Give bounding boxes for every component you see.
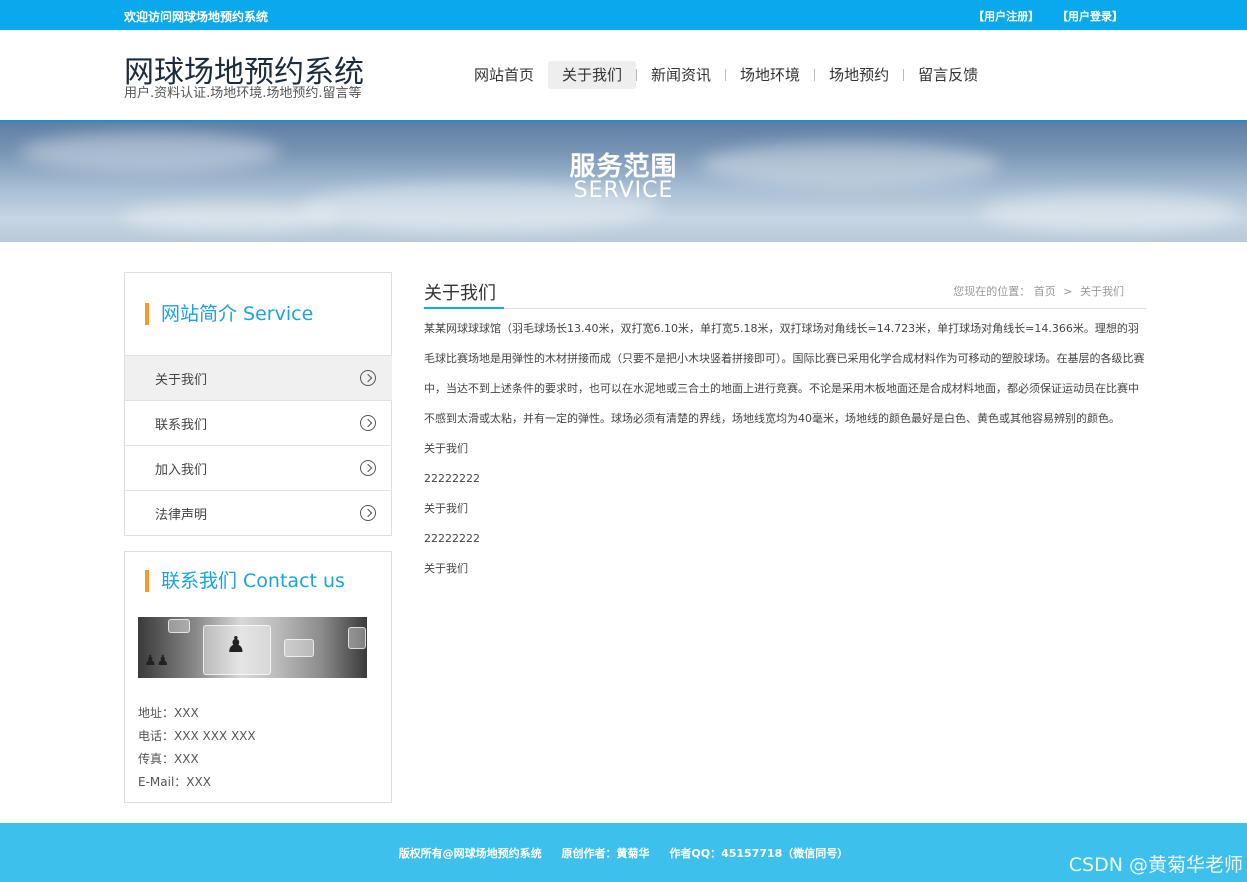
sidebar-item-label: 联系我们 (155, 417, 208, 433)
csdn-watermark: CSDN @黄菊华老师 (1068, 854, 1243, 876)
contact-fax: 传真：XXX (138, 752, 199, 766)
content-line: 关于我们 (424, 442, 468, 455)
user-add-icon: ♟ (226, 633, 246, 658)
page-title: 关于我们 (424, 283, 496, 304)
cloud-decoration (120, 202, 340, 232)
register-link[interactable]: 【用户注册】 (973, 10, 1039, 23)
nav-item-booking[interactable]: 场地预约 (815, 61, 903, 89)
title-accent-bar (424, 307, 504, 309)
top-bar: 欢迎访问网球场地预约系统 【用户注册】 【用户登录】 (0, 0, 1247, 30)
breadcrumb-current: 关于我们 (1080, 285, 1124, 298)
sidebar-item-about[interactable]: 关于我们 (125, 355, 392, 400)
site-footer: 版权所有@网球场地预约系统 原创作者：黄菊华 作者QQ：45157718（微信同… (0, 823, 1247, 882)
login-link[interactable]: 【用户登录】 (1057, 10, 1123, 23)
title-divider (424, 308, 1146, 309)
site-subtitle: 用户.资料认证.场地环境.场地预约.留言等 (124, 86, 362, 101)
breadcrumb-home-link[interactable]: 首页 (1034, 285, 1056, 298)
contact-address: 地址：XXX (138, 706, 199, 720)
page-banner: 服务范围 SERVICE (0, 120, 1247, 242)
site-header: 网球场地预约系统 用户.资料认证.场地环境.场地预约.留言等 网站首页 关于我们… (0, 30, 1247, 120)
sidebar-item-label: 法律声明 (155, 507, 208, 523)
contact-image: ♟ ♟♟ (138, 617, 367, 678)
welcome-text: 欢迎访问网球场地预约系统 (124, 10, 269, 24)
circle-arrow-icon (360, 370, 376, 386)
nav-item-venue[interactable]: 场地环境 (726, 61, 814, 89)
footer-text: 版权所有@网球场地预约系统 原创作者：黄菊华 作者QQ：45157718（微信同… (0, 845, 1247, 861)
circle-arrow-icon (360, 505, 376, 521)
contact-phone: 电话：XXX XXX XXX (138, 729, 256, 743)
nav-item-news[interactable]: 新闻资讯 (637, 61, 725, 89)
content-line: 关于我们 (424, 502, 468, 515)
content-line: 22222222 (424, 532, 480, 545)
footer-author: 原创作者：黄菊华 (561, 847, 650, 860)
banner-subtitle: SERVICE (573, 178, 674, 203)
contact-tile (348, 627, 366, 649)
sidebar-item-join[interactable]: 加入我们 (125, 445, 392, 490)
sidebar-item-contact[interactable]: 联系我们 (125, 400, 392, 445)
sidebar-intro-heading: 网站简介 Service (145, 303, 313, 325)
nav-item-feedback[interactable]: 留言反馈 (904, 61, 992, 89)
top-links: 【用户注册】 【用户登录】 (959, 8, 1123, 24)
breadcrumb: 您现在的位置： 首页 > 关于我们 (953, 283, 1124, 299)
circle-arrow-icon (360, 460, 376, 476)
footer-qq: 作者QQ：45157718（微信同号） (669, 847, 849, 860)
content-line: 22222222 (424, 472, 480, 485)
main-nav: 网站首页 关于我们 新闻资讯 场地环境 场地预约 留言反馈 (460, 60, 992, 90)
contact-tile (168, 619, 190, 633)
sidebar-item-label: 关于我们 (155, 372, 208, 388)
sidebar-menu: 关于我们 联系我们 加入我们 法律声明 (125, 355, 392, 535)
contact-info: 地址：XXX 电话：XXX XXX XXX 传真：XXX E-Mail：XXX (138, 702, 256, 794)
sidebar-contact-box: 联系我们 Contact us ♟ ♟♟ 地址：XXX 电话：XXX XXX X… (124, 551, 392, 803)
circle-arrow-icon (360, 415, 376, 431)
breadcrumb-prefix: 您现在的位置： (953, 285, 1031, 298)
contact-tile (284, 639, 314, 657)
sidebar-item-label: 加入我们 (155, 462, 208, 478)
nav-item-about[interactable]: 关于我们 (548, 61, 637, 89)
footer-copyright: 版权所有@网球场地预约系统 (398, 847, 542, 860)
content-line: 关于我们 (424, 562, 468, 575)
main-content: 某某网球球球馆（羽毛球场长13.40米，双打宽6.10米，单打宽5.18米，双打… (424, 314, 1146, 584)
content-paragraph: 某某网球球球馆（羽毛球场长13.40米，双打宽6.10米，单打宽5.18米，双打… (424, 322, 1145, 425)
sidebar-contact-heading: 联系我们 Contact us (145, 570, 345, 592)
sidebar-intro-box: 网站简介 Service 关于我们 联系我们 加入我们 法律声明 (124, 272, 392, 536)
nav-item-home[interactable]: 网站首页 (460, 61, 548, 89)
sidebar-item-legal[interactable]: 法律声明 (125, 490, 392, 535)
users-icon: ♟♟ (144, 653, 170, 669)
breadcrumb-separator: > (1063, 285, 1073, 298)
contact-email: E-Mail：XXX (138, 775, 211, 789)
